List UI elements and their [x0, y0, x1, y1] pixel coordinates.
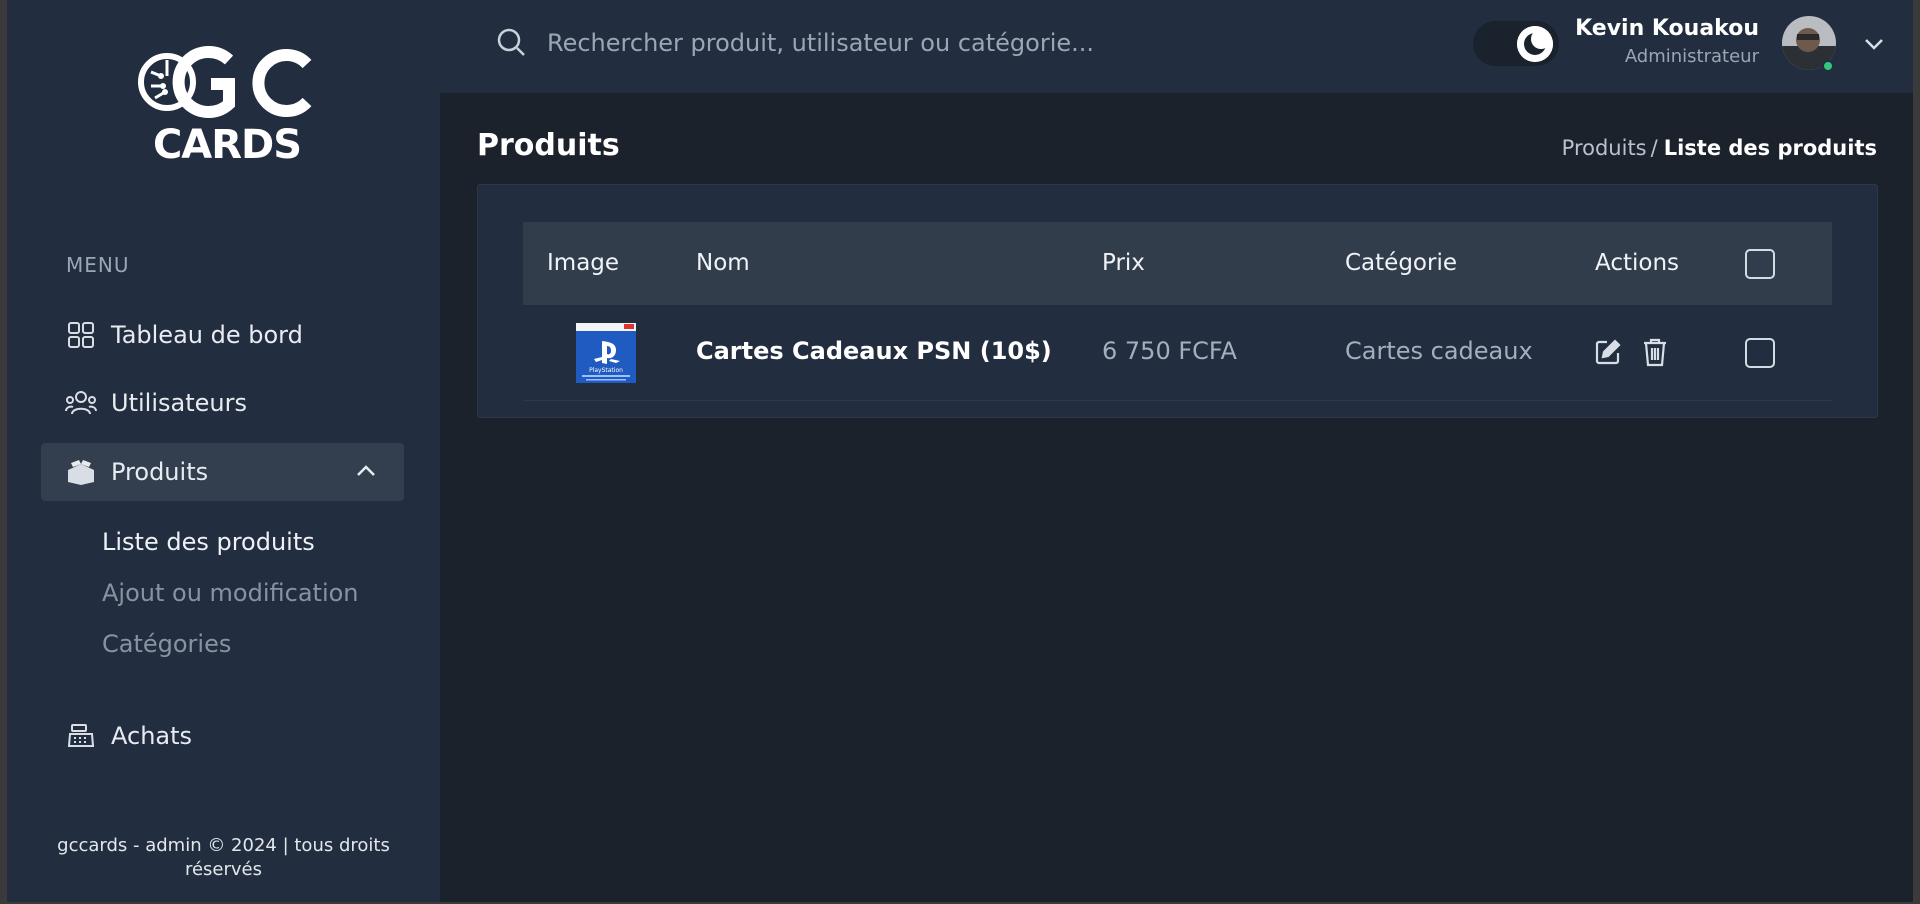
- sidebar: CARDS MENU Tableau de bord Utilisateurs: [7, 0, 440, 902]
- menu-heading: MENU: [66, 253, 130, 277]
- svg-text:CARDS: CARDS: [153, 122, 301, 166]
- product-thumbnail[interactable]: PlayStation: [576, 323, 636, 383]
- breadcrumb-current: Liste des produits: [1663, 136, 1877, 160]
- table-header: Image Nom Prix Catégorie Actions: [523, 222, 1832, 305]
- chevron-down-icon[interactable]: [1863, 33, 1885, 59]
- sidebar-footer: gccards - admin © 2024 | tous droits rés…: [57, 835, 390, 880]
- breadcrumb-parent[interactable]: Produits: [1562, 136, 1647, 160]
- sidebar-item-label: Utilisateurs: [111, 389, 247, 417]
- column-header-name: Nom: [696, 250, 750, 276]
- avatar[interactable]: [1782, 16, 1836, 72]
- grid-icon: [65, 319, 97, 351]
- breadcrumb-separator: /: [1650, 136, 1658, 160]
- product-category: Cartes cadeaux: [1345, 337, 1533, 365]
- cash-register-icon: [65, 720, 97, 752]
- users-icon: [65, 387, 97, 419]
- column-header-actions: Actions: [1595, 250, 1680, 276]
- user-name: Kevin Kouakou: [1575, 16, 1759, 41]
- sidebar-subitem-product-list[interactable]: Liste des produits: [102, 528, 315, 556]
- sidebar-item-label: Produits: [111, 458, 209, 486]
- sidebar-item-label: Tableau de bord: [111, 321, 303, 349]
- column-header-image: Image: [547, 250, 620, 276]
- trash-icon[interactable]: [1642, 337, 1668, 371]
- product-name[interactable]: Cartes Cadeaux PSN (10$): [696, 337, 1052, 365]
- boxes-icon: [65, 456, 97, 488]
- table-row: PlayStation Cartes Cadeaux PSN (10$) 6 7…: [523, 305, 1832, 401]
- sidebar-item-label: Achats: [111, 722, 193, 750]
- user-role: Administrateur: [1624, 46, 1759, 67]
- column-header-price: Prix: [1102, 250, 1145, 276]
- select-all-checkbox[interactable]: [1745, 249, 1775, 279]
- sidebar-item-purchases[interactable]: Achats: [41, 707, 404, 765]
- sidebar-subitem-categories[interactable]: Catégories: [102, 630, 231, 658]
- sidebar-item-products[interactable]: Produits: [41, 443, 404, 501]
- edit-icon[interactable]: [1594, 338, 1622, 370]
- gc-cards-logo[interactable]: CARDS: [137, 46, 317, 168]
- sidebar-subitem-add-edit[interactable]: Ajout ou modification: [102, 579, 359, 607]
- row-select-checkbox[interactable]: [1745, 338, 1775, 368]
- sidebar-item-users[interactable]: Utilisateurs: [41, 374, 404, 432]
- breadcrumb: Produits / Liste des produits: [1562, 136, 1877, 160]
- search-input[interactable]: [547, 24, 1187, 62]
- search-icon[interactable]: [495, 26, 527, 62]
- column-header-category: Catégorie: [1345, 250, 1457, 276]
- online-status-dot: [1822, 60, 1834, 72]
- page-title: Produits: [477, 128, 620, 163]
- sidebar-item-dashboard[interactable]: Tableau de bord: [41, 306, 404, 364]
- chevron-up-icon[interactable]: [354, 459, 378, 489]
- product-price: 6 750 FCFA: [1102, 337, 1237, 365]
- thumbnail-caption: PlayStation: [589, 367, 623, 374]
